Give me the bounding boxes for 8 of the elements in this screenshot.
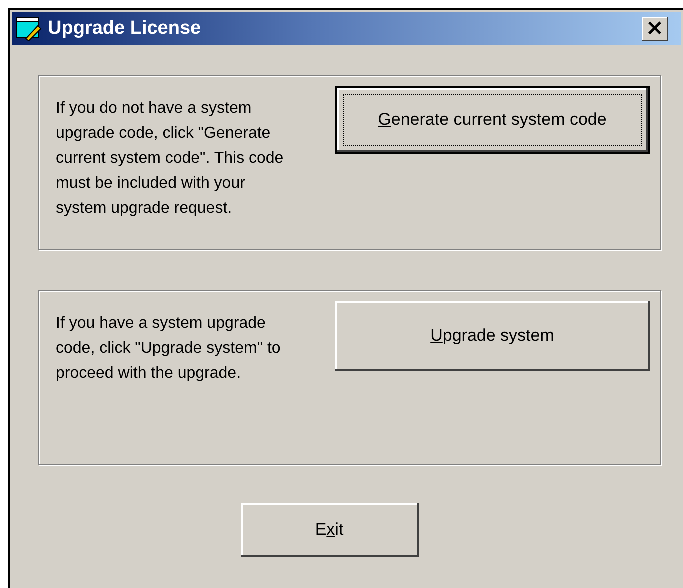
- close-button[interactable]: ×: [642, 16, 668, 40]
- upgrade-system-button[interactable]: Upgrade system: [335, 301, 650, 371]
- window-title: Upgrade License: [48, 18, 202, 40]
- instruction-text: If you do not have a system upgrade code, click "Generate current system code". This code must be included with your system upgrade request.: [56, 99, 285, 219]
- exit-button[interactable]: Exit: [240, 503, 418, 557]
- instruction-text: If you have a system upgrade code, click "Upgrade system" to proceed with the upgrade.: [56, 314, 282, 384]
- license-icon: [16, 16, 42, 42]
- generate-code-button[interactable]: Generate current system code: [335, 86, 650, 154]
